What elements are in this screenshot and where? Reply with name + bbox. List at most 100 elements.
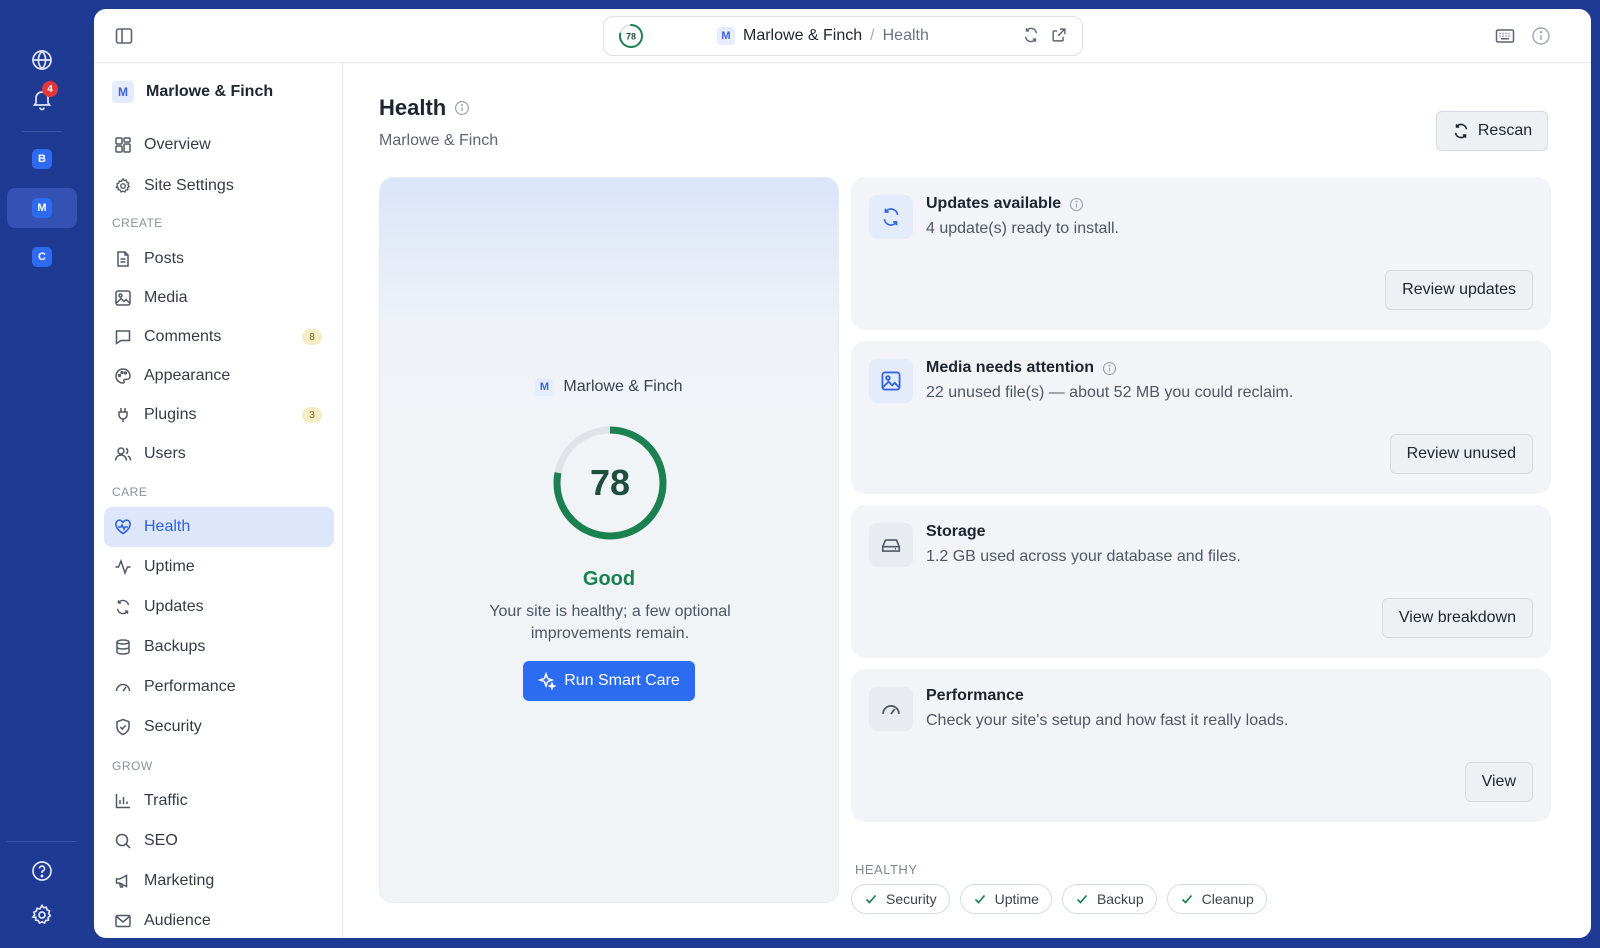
card-title-text: Media needs attention bbox=[926, 359, 1095, 376]
site-chip: M bbox=[717, 27, 735, 45]
health-score-value: 78 bbox=[589, 462, 631, 503]
health-description: Your site is healthy; a few optional imp… bbox=[489, 603, 731, 642]
site-switch-m[interactable]: M bbox=[7, 188, 77, 228]
updates-card: Updates available 4 update(s) ready to i… bbox=[851, 177, 1551, 330]
sidebar-item-site-settings[interactable]: Site Settings bbox=[104, 166, 334, 206]
info-icon[interactable] bbox=[1528, 23, 1554, 49]
sidebar-item-health[interactable]: Health bbox=[104, 507, 334, 547]
address-actions bbox=[1022, 26, 1068, 44]
sidebar-item-comments[interactable]: Comments 8 bbox=[104, 317, 334, 357]
megaphone-icon bbox=[115, 874, 128, 888]
plug-icon bbox=[118, 408, 128, 422]
sidebar-item-media[interactable]: Media bbox=[104, 278, 334, 318]
section-heading-grow: GROW bbox=[112, 759, 153, 773]
activity-icon bbox=[115, 558, 131, 576]
review-updates-button[interactable]: Review updates bbox=[1385, 270, 1533, 310]
page-title: Health bbox=[379, 95, 470, 121]
healthy-section-label: HEALTHY bbox=[855, 862, 918, 877]
sidebar-site-header[interactable]: M Marlowe & Finch bbox=[112, 81, 273, 103]
section-heading-create: CREATE bbox=[112, 216, 163, 230]
run-smart-care-label: Run Smart Care bbox=[564, 672, 680, 689]
sidebar-item-label: Media bbox=[144, 289, 188, 306]
help-icon[interactable] bbox=[22, 851, 62, 891]
card-description: Check your site's setup and how fast it … bbox=[926, 712, 1289, 729]
bar-chart-icon bbox=[115, 794, 130, 809]
sidebar-item-backups[interactable]: Backups bbox=[104, 627, 334, 667]
rescan-button[interactable]: Rescan bbox=[1436, 111, 1548, 151]
sidebar-item-traffic[interactable]: Traffic bbox=[104, 781, 334, 821]
address-bar[interactable]: 78 M Marlowe & Finch / Health bbox=[603, 16, 1083, 56]
sidebar-item-security[interactable]: Security bbox=[104, 707, 334, 747]
breadcrumb-site[interactable]: Marlowe & Finch bbox=[743, 27, 862, 45]
site-switch-c[interactable]: C bbox=[7, 237, 77, 277]
health-score-card: M Marlowe & Finch 78 Good Your site is h… bbox=[379, 177, 839, 903]
mail-icon bbox=[115, 914, 131, 928]
sidebar-item-audience[interactable]: Audience bbox=[104, 901, 334, 938]
refresh-icon bbox=[869, 195, 913, 239]
sidebar-item-performance[interactable]: Performance bbox=[104, 667, 334, 707]
card-title: Updates available bbox=[926, 195, 1084, 213]
sidebar-item-users[interactable]: Users bbox=[104, 434, 334, 474]
storage-card: Storage 1.2 GB used across your database… bbox=[851, 505, 1551, 658]
check-icon bbox=[974, 894, 985, 904]
notifications-button[interactable]: 4 bbox=[22, 79, 62, 119]
notification-count-badge: 4 bbox=[42, 81, 58, 97]
media-card: Media needs attention 22 unused file(s) … bbox=[851, 341, 1551, 494]
sidebar-item-posts[interactable]: Posts bbox=[104, 239, 334, 279]
main-content: Health Marlowe & Finch Rescan M Marlowe … bbox=[344, 63, 1591, 938]
sidebar-item-overview[interactable]: Overview bbox=[104, 125, 334, 165]
image-icon bbox=[869, 359, 913, 403]
healthy-pill-uptime[interactable]: Uptime bbox=[959, 884, 1052, 914]
info-icon[interactable] bbox=[1069, 197, 1084, 212]
sidebar-toggle-icon[interactable] bbox=[111, 23, 137, 49]
healthy-pill-backup[interactable]: Backup bbox=[1061, 884, 1157, 914]
gear-icon bbox=[115, 177, 131, 193]
sidebar-item-label: Appearance bbox=[144, 367, 231, 384]
sidebar-item-label: SEO bbox=[144, 832, 178, 849]
pill-label: Backup bbox=[1096, 891, 1144, 907]
info-icon[interactable] bbox=[1102, 361, 1117, 376]
healthy-pill-security[interactable]: Security bbox=[851, 884, 950, 914]
site-switch-b[interactable]: B bbox=[7, 139, 77, 179]
card-description: 1.2 GB used across your database and fil… bbox=[926, 548, 1241, 565]
sidebar-item-label: Health bbox=[144, 518, 191, 535]
page-title-text: Health bbox=[379, 95, 447, 120]
sidebar-item-label: Traffic bbox=[144, 792, 188, 809]
grid-icon bbox=[115, 137, 131, 153]
users-icon bbox=[114, 447, 132, 461]
globe-icon[interactable] bbox=[22, 40, 62, 80]
comments-count-badge: 8 bbox=[302, 329, 322, 345]
sidebar-item-label: Users bbox=[144, 445, 186, 462]
breadcrumb-page: Health bbox=[882, 27, 929, 44]
check-icon bbox=[1076, 894, 1088, 904]
view-performance-button[interactable]: View bbox=[1464, 762, 1533, 802]
site-chip: C bbox=[32, 247, 52, 267]
app-rail: 4 B M C bbox=[0, 0, 92, 948]
info-icon[interactable] bbox=[454, 100, 470, 116]
settings-gear-icon[interactable] bbox=[22, 895, 62, 935]
sidebar-item-marketing[interactable]: Marketing bbox=[104, 861, 334, 901]
refresh-icon[interactable] bbox=[1022, 26, 1040, 44]
breadcrumb: M Marlowe & Finch / Health bbox=[717, 17, 929, 55]
site-chip: B bbox=[32, 149, 52, 169]
site-chip: M bbox=[112, 81, 134, 103]
sidebar-item-seo[interactable]: SEO bbox=[104, 821, 334, 861]
sidebar-item-plugins[interactable]: Plugins 3 bbox=[104, 395, 334, 435]
gauge-icon bbox=[115, 683, 131, 692]
score-card-site-name: Marlowe & Finch bbox=[563, 378, 683, 395]
sidebar-item-appearance[interactable]: Appearance bbox=[104, 356, 334, 396]
sidebar-item-updates[interactable]: Updates bbox=[104, 587, 334, 627]
keyboard-icon[interactable] bbox=[1492, 23, 1518, 49]
health-status: Good bbox=[582, 568, 636, 590]
sidebar-item-label: Updates bbox=[144, 598, 204, 615]
external-link-icon[interactable] bbox=[1050, 26, 1068, 44]
pill-label: Security bbox=[886, 891, 937, 907]
healthy-pill-cleanup[interactable]: Cleanup bbox=[1166, 884, 1267, 914]
sidebar-item-uptime[interactable]: Uptime bbox=[104, 547, 334, 587]
review-unused-button[interactable]: Review unused bbox=[1389, 434, 1533, 474]
view-breakdown-button[interactable]: View breakdown bbox=[1381, 598, 1533, 638]
card-title-text: Storage bbox=[926, 523, 986, 540]
pill-label: Uptime bbox=[994, 891, 1039, 907]
section-heading-care: CARE bbox=[112, 485, 148, 499]
run-smart-care-button[interactable]: Run Smart Care bbox=[523, 661, 695, 701]
